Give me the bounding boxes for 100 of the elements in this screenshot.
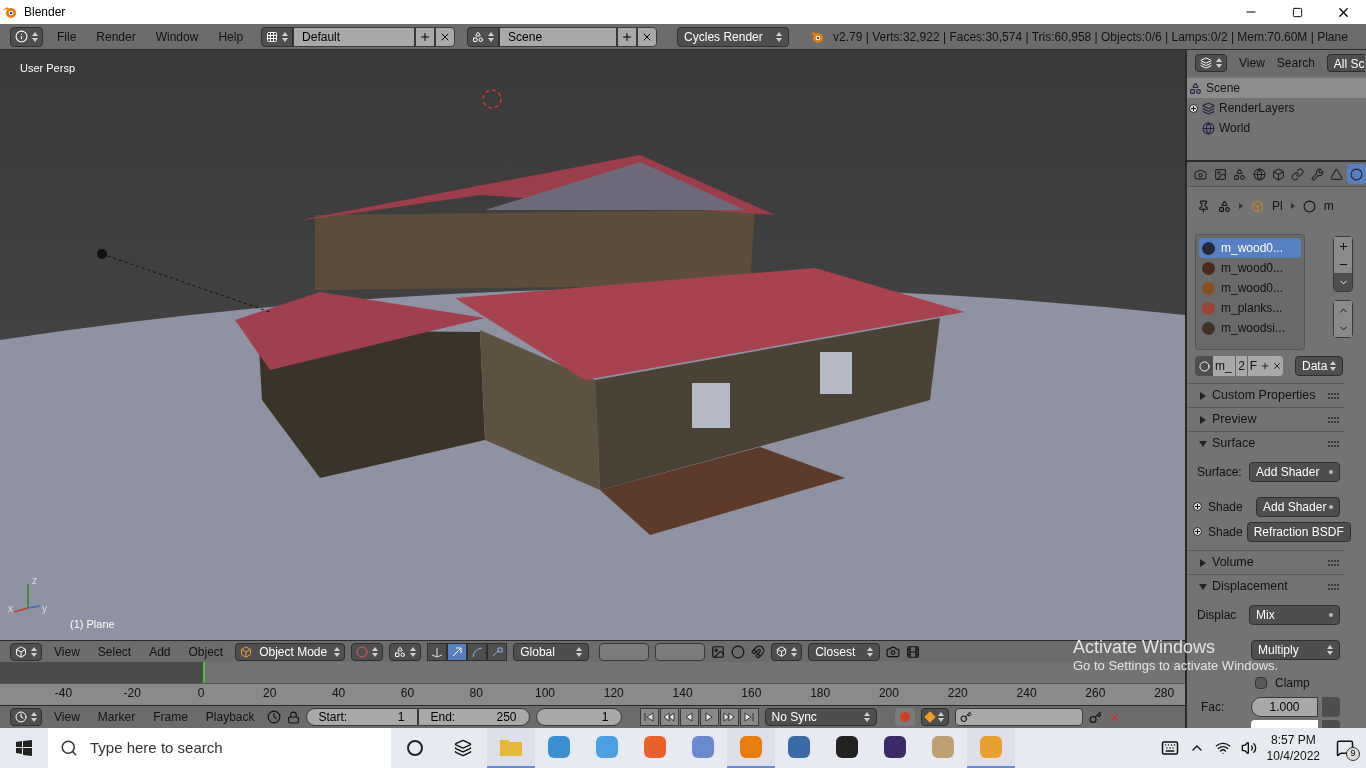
playback-button[interactable] [659,708,679,726]
panel-header[interactable]: Displacement [1187,575,1344,598]
clock-time[interactable]: 8:57 PM [1270,732,1316,748]
mode-dropdown[interactable]: Object Mode [235,642,346,661]
fake-user-toggle[interactable]: F [1247,356,1259,376]
expand-icon[interactable] [1189,103,1198,113]
snap-element-dropdown[interactable] [771,642,803,661]
pivot-dropdown[interactable] [389,642,422,661]
specials-button[interactable] [1334,273,1352,291]
material-slot[interactable]: m_woodsi... [1199,318,1301,338]
manipulator-toggle[interactable] [427,642,448,661]
manipulator-toggle[interactable] [447,642,468,661]
shader-dropdown[interactable]: Add Shader [1249,461,1340,482]
keying-dropdown[interactable] [920,708,949,726]
panel-header[interactable]: Custom Properties [1187,384,1344,407]
outliner-item[interactable]: World [1187,118,1366,138]
menu-item[interactable]: Marker [91,708,142,726]
menu-item[interactable]: Object [182,642,230,661]
shader-dropdown[interactable]: Mix [1249,604,1340,625]
manipulator-toggle[interactable] [487,642,508,661]
end-frame-field[interactable]: End: 250 [417,708,530,726]
camera-icon[interactable] [886,644,901,659]
shader-dropdown[interactable]: Refraction BSDF [1246,521,1351,542]
search-field[interactable]: Type here to search [48,728,391,768]
lock-icon[interactable] [286,710,300,724]
drag-handle-icon[interactable] [1328,559,1340,566]
menu-item[interactable]: File [51,27,83,46]
add-button[interactable] [617,26,638,47]
layers-grid[interactable] [655,642,706,661]
drag-handle-icon[interactable] [1328,392,1340,399]
properties-tab[interactable] [1346,164,1366,184]
layout-field[interactable]: Default [293,26,416,47]
outliner-item[interactable]: Scene [1187,78,1366,98]
network-icon[interactable] [1214,740,1231,756]
drag-handle-icon[interactable] [1328,583,1340,590]
close-button[interactable] [435,26,456,47]
keying-set-field[interactable] [954,708,1083,726]
material-slot[interactable]: m_wood0... [1199,278,1301,298]
playback-button[interactable] [719,708,739,726]
material-slot[interactable]: m_wood0... [1199,258,1301,278]
link-dropdown[interactable]: Data [1295,356,1343,376]
users-count[interactable]: 2 [1235,356,1247,376]
editor-type-button[interactable] [10,26,43,47]
playback-button[interactable] [679,708,699,726]
playback-button[interactable] [739,708,759,726]
add-slot-button[interactable] [1334,237,1352,255]
scene-field[interactable]: Scene [499,26,618,47]
unlink-button[interactable] [1271,356,1283,376]
panel-header[interactable]: Volume [1187,551,1344,574]
menu-item[interactable]: Search [1276,54,1315,72]
menu-item[interactable]: Render [90,27,142,46]
blend-mode-dropdown[interactable]: Multiply [1251,639,1340,660]
pin-icon[interactable] [1197,199,1210,213]
menu-item[interactable]: Add [143,642,177,661]
menu-item[interactable]: Playback [199,708,261,726]
add-button[interactable] [415,26,436,47]
menu-item[interactable]: Frame [147,708,194,726]
playback-button[interactable] [639,708,659,726]
close-button[interactable] [637,26,658,47]
menu-item[interactable]: View [48,642,86,661]
material-name-field[interactable]: m_ [1213,356,1235,376]
expand-icon[interactable] [1193,527,1202,536]
manipulator-toggle[interactable] [467,642,488,661]
scene-button[interactable] [467,26,500,47]
menu-item[interactable]: Help [212,27,250,46]
shading-dropdown[interactable] [351,642,384,661]
orientation-dropdown[interactable]: Global [513,642,590,661]
drag-handle-icon[interactable] [1328,440,1340,447]
material-browse-button[interactable] [1195,356,1213,376]
menu-item[interactable]: Select [91,642,138,661]
drag-handle-icon[interactable] [1328,416,1340,423]
render-engine-dropdown[interactable]: Cycles Render [677,26,790,47]
preview-range-icon[interactable] [266,710,281,724]
sync-dropdown[interactable]: No Sync [764,708,877,726]
layout-button[interactable] [261,26,294,47]
outliner-item[interactable]: RenderLayers [1187,98,1366,118]
panel-header[interactable]: Preview [1187,408,1344,431]
material-slot[interactable]: m_planks... [1199,298,1301,318]
menu-item[interactable]: View [48,708,86,726]
panel-header[interactable]: Surface [1187,432,1344,455]
expand-icon[interactable] [1193,502,1202,511]
volume-icon[interactable] [1240,740,1257,756]
editor-type-button[interactable] [10,708,42,726]
playback-button[interactable] [699,708,719,726]
clapper-icon[interactable] [906,644,921,659]
checkbox[interactable] [1255,677,1267,689]
current-frame-field[interactable]: 1 [535,708,622,726]
menu-item[interactable]: View [1239,54,1265,72]
shader-dropdown[interactable]: Add Shader [1256,496,1340,517]
editor-type-button[interactable] [10,642,42,661]
layers-grid[interactable] [599,642,650,661]
factor-field[interactable]: 1.000 [1251,697,1318,717]
notification-icon[interactable] [1336,739,1354,757]
key-icon[interactable] [1088,710,1102,724]
display-filter-dropdown[interactable]: All Sc [1326,54,1365,72]
clock-date[interactable]: 10/4/2022 [1266,748,1320,764]
menu-item[interactable]: Window [149,27,205,46]
snap-target-dropdown[interactable]: Closest [808,642,881,661]
editor-type-button[interactable] [1195,54,1227,72]
keyboard-icon[interactable] [1160,739,1179,757]
